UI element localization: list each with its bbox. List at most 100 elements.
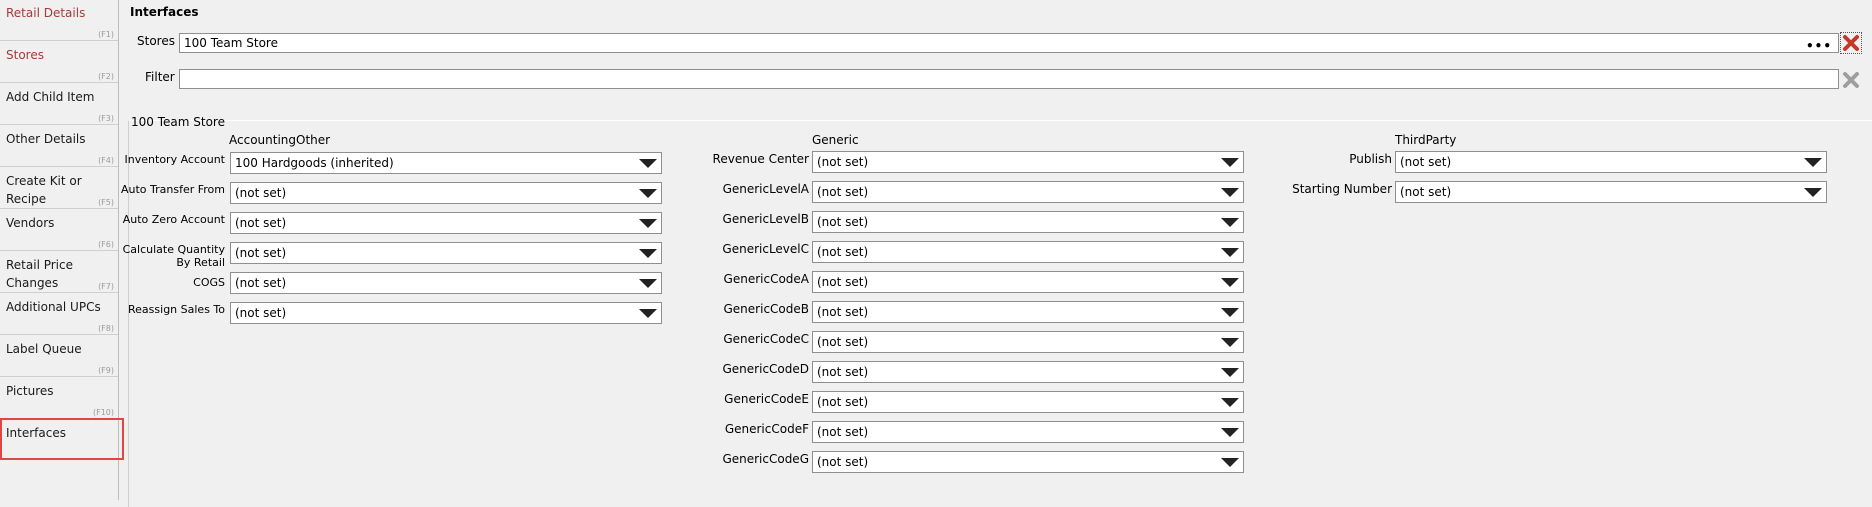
inventory-account-dropdown[interactable]: 100 Hardgoods (inherited) (230, 152, 662, 174)
generic-level-b-dropdown[interactable]: (not set) (812, 211, 1244, 233)
chevron-down-icon (1804, 158, 1822, 167)
generic-code-f-dropdown[interactable]: (not set) (812, 421, 1244, 443)
sidebar-item-other-details[interactable]: Other Details (F4) (0, 126, 118, 167)
sidebar-item-label: Retail Price Changes (6, 258, 73, 290)
dropdown-value: (not set) (817, 365, 869, 379)
dropdown-value: (not set) (1400, 155, 1452, 169)
shortcut-key: (F7) (98, 282, 114, 291)
sidebar-item-label: Pictures (6, 384, 54, 398)
sidebar-item-stores[interactable]: Stores (F2) (0, 42, 118, 83)
sidebar-item-label-queue[interactable]: Label Queue (F9) (0, 336, 118, 377)
generic-code-e-dropdown[interactable]: (not set) (812, 391, 1244, 413)
sidebar-item-label: Stores (6, 48, 44, 62)
field-label: COGS (193, 276, 225, 289)
dropdown-value: (not set) (235, 216, 287, 230)
field-label: Publish (1349, 152, 1392, 166)
dropdown-value: (not set) (817, 425, 869, 439)
dropdown-value: (not set) (1400, 185, 1452, 199)
auto-transfer-from-dropdown[interactable]: (not set) (230, 182, 662, 204)
sidebar-item-label: Vendors (6, 216, 55, 230)
sidebar-item-retail-price-changes[interactable]: Retail Price Changes (F7) (0, 252, 118, 293)
generic-code-a-dropdown[interactable]: (not set) (812, 271, 1244, 293)
generic-code-d-dropdown[interactable]: (not set) (812, 361, 1244, 383)
reassign-sales-dropdown[interactable]: (not set) (230, 302, 662, 324)
dropdown-value: (not set) (235, 306, 287, 320)
chevron-down-icon (639, 249, 657, 258)
publish-dropdown[interactable]: (not set) (1395, 151, 1827, 173)
dropdown-value: (not set) (817, 155, 869, 169)
chevron-down-icon (639, 279, 657, 288)
chevron-down-icon (1221, 218, 1239, 227)
browse-button[interactable]: ••• (1806, 37, 1832, 55)
field-label: Inventory Account (124, 153, 225, 166)
dropdown-value: (not set) (817, 215, 869, 229)
stores-field[interactable]: 100 Team Store ••• (179, 33, 1839, 53)
sidebar-item-label: Other Details (6, 132, 86, 146)
sidebar-item-additional-upcs[interactable]: Additional UPCs (F8) (0, 294, 118, 335)
sidebar-item-add-child-item[interactable]: Add Child Item (F3) (0, 84, 118, 125)
shortcut-key: (F2) (98, 72, 114, 81)
shortcut-key: (F6) (98, 240, 114, 249)
field-label: GenericCodeE (724, 392, 809, 406)
chevron-down-icon (1221, 188, 1239, 197)
sidebar-item-pictures[interactable]: Pictures (F10) (0, 378, 118, 419)
clear-filter-button[interactable] (1840, 69, 1862, 91)
shortcut-key: (F5) (98, 198, 114, 207)
generic-level-a-dropdown[interactable]: (not set) (812, 181, 1244, 203)
starting-number-dropdown[interactable]: (not set) (1395, 181, 1827, 203)
shortcut-key: (F10) (92, 408, 114, 417)
field-label: GenericCodeG (722, 452, 809, 466)
close-icon (1843, 35, 1859, 51)
section-title: 100 Team Store (131, 115, 225, 129)
dropdown-value: (not set) (235, 186, 287, 200)
field-label: GenericCodeC (723, 332, 809, 346)
sidebar-item-retail-details[interactable]: Retail Details (F1) (0, 0, 118, 41)
field-label: Reassign Sales To (128, 303, 225, 316)
generic-code-c-dropdown[interactable]: (not set) (812, 331, 1244, 353)
field-label: GenericCodeD (722, 362, 810, 376)
filter-input[interactable] (179, 69, 1839, 89)
auto-zero-account-dropdown[interactable]: (not set) (230, 212, 662, 234)
clear-stores-button[interactable] (1840, 32, 1862, 54)
filter-label: Filter (145, 70, 175, 84)
chevron-down-icon (639, 159, 657, 168)
field-label: Auto Transfer From (120, 183, 225, 196)
shortcut-key: (F1) (98, 30, 114, 39)
sidebar-item-label: Additional UPCs (6, 300, 101, 314)
sidebar-item-label: Add Child Item (6, 90, 95, 104)
revenue-center-dropdown[interactable]: (not set) (812, 151, 1244, 173)
sidebar-item-label: Create Kit or Recipe (6, 174, 82, 206)
chevron-down-icon (1221, 338, 1239, 347)
field-label: GenericLevelB (722, 212, 809, 226)
chevron-down-icon (1221, 428, 1239, 437)
field-label: Revenue Center (712, 152, 809, 166)
sidebar-item-create-kit[interactable]: Create Kit or Recipe (F5) (0, 168, 118, 209)
field-label: Calculate Quantity By Retail (122, 243, 225, 269)
dropdown-value: (not set) (817, 305, 869, 319)
dropdown-value: (not set) (817, 245, 869, 259)
generic-level-c-dropdown[interactable]: (not set) (812, 241, 1244, 263)
calculate-quantity-dropdown[interactable]: (not set) (230, 242, 662, 264)
generic-code-g-dropdown[interactable]: (not set) (812, 451, 1244, 473)
chevron-down-icon (1221, 248, 1239, 257)
sidebar-item-label: Label Queue (6, 342, 82, 356)
field-label: Auto Zero Account (122, 213, 225, 226)
dropdown-value: 100 Hardgoods (inherited) (235, 156, 394, 170)
field-label: GenericCodeF (724, 422, 809, 436)
field-label: GenericLevelA (722, 182, 809, 196)
dropdown-value: (not set) (817, 455, 869, 469)
sidebar-item-vendors[interactable]: Vendors (F6) (0, 210, 118, 251)
column-header-generic: Generic (812, 133, 859, 147)
chevron-down-icon (639, 189, 657, 198)
shortcut-key: (F8) (98, 324, 114, 333)
dropdown-value: (not set) (817, 185, 869, 199)
chevron-down-icon (639, 309, 657, 318)
stores-value: 100 Team Store (184, 36, 278, 50)
chevron-down-icon (1221, 398, 1239, 407)
chevron-down-icon (1221, 278, 1239, 287)
field-label: Starting Number (1292, 182, 1392, 196)
generic-code-b-dropdown[interactable]: (not set) (812, 301, 1244, 323)
close-icon (1843, 72, 1859, 88)
dropdown-value: (not set) (235, 246, 287, 260)
cogs-dropdown[interactable]: (not set) (230, 272, 662, 294)
